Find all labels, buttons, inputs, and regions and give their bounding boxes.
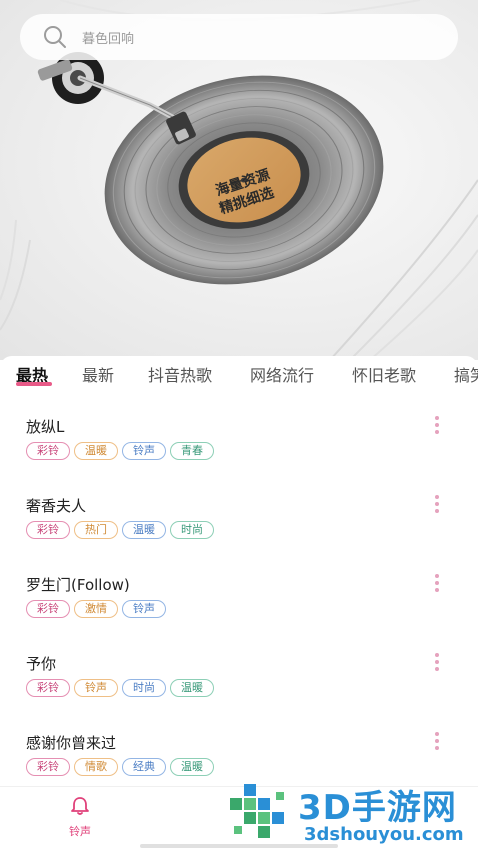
more-vertical-icon[interactable]	[432, 653, 442, 675]
tag: 激情	[74, 600, 118, 618]
tag: 彩铃	[26, 679, 70, 697]
tag: 情歌	[74, 758, 118, 776]
search-input[interactable]: 暮色回响	[82, 28, 134, 47]
search-icon	[44, 26, 66, 48]
tag: 彩铃	[26, 600, 70, 618]
hero-banner: 海量资源 精挑细选 暮色回响	[0, 0, 478, 360]
search-bar[interactable]: 暮色回响	[20, 14, 458, 60]
tag-group: 彩铃 铃声 时尚 温暖	[26, 679, 218, 697]
tag: 经典	[122, 758, 166, 776]
more-vertical-icon[interactable]	[432, 495, 442, 517]
tab-funny[interactable]: 搞笑	[454, 362, 478, 386]
category-tabs: 最热 最新 抖音热歌 网络流行 怀旧老歌 搞笑	[0, 356, 478, 392]
tag: 铃声	[74, 679, 118, 697]
tag: 彩铃	[26, 521, 70, 539]
bell-icon	[71, 797, 89, 815]
nav-item-ringtone[interactable]: 铃声	[52, 795, 108, 839]
tag: 温暖	[74, 442, 118, 460]
list-item[interactable]: 予你 彩铃 铃声 时尚 温暖	[0, 637, 478, 715]
song-title: 奢香夫人	[26, 497, 87, 515]
watermark-url: 3dshouyou.com	[304, 824, 464, 845]
song-title: 放纵L	[26, 418, 65, 436]
tab-nostalgic[interactable]: 怀旧老歌	[352, 362, 416, 386]
tag: 温暖	[170, 758, 214, 776]
tag: 热门	[74, 521, 118, 539]
tab-douyin-hits[interactable]: 抖音热歌	[148, 362, 212, 386]
watermark-title: 3D手游网	[298, 788, 457, 828]
tag: 时尚	[170, 521, 214, 539]
tag: 温暖	[170, 679, 214, 697]
tag-group: 彩铃 激情 铃声	[26, 600, 170, 618]
nav-label-ringtone: 铃声	[69, 825, 91, 838]
list-item[interactable]: 放纵L 彩铃 温暖 铃声 青春	[0, 400, 478, 478]
tag: 彩铃	[26, 442, 70, 460]
tag: 铃声	[122, 442, 166, 460]
tag: 时尚	[122, 679, 166, 697]
watermark-logo-icon	[230, 784, 284, 838]
tab-internet-popular[interactable]: 网络流行	[250, 362, 314, 386]
more-vertical-icon[interactable]	[432, 574, 442, 596]
more-vertical-icon[interactable]	[432, 416, 442, 438]
tag: 彩铃	[26, 758, 70, 776]
site-watermark: 3D手游网 3dshouyou.com	[220, 772, 478, 850]
tag: 温暖	[122, 521, 166, 539]
song-title: 感谢你曾来过	[26, 734, 117, 752]
tag-group: 彩铃 热门 温暖 时尚	[26, 521, 218, 539]
song-title: 予你	[26, 655, 57, 673]
song-title: 罗生门(Follow)	[26, 576, 130, 594]
tag-group: 彩铃 情歌 经典 温暖	[26, 758, 218, 776]
list-item[interactable]: 奢香夫人 彩铃 热门 温暖 时尚	[0, 479, 478, 557]
tag: 铃声	[122, 600, 166, 618]
more-vertical-icon[interactable]	[432, 732, 442, 754]
tab-newest[interactable]: 最新	[82, 362, 114, 386]
tag-group: 彩铃 温暖 铃声 青春	[26, 442, 218, 460]
tag: 青春	[170, 442, 214, 460]
list-item[interactable]: 罗生门(Follow) 彩铃 激情 铃声	[0, 558, 478, 636]
active-tab-indicator	[16, 382, 52, 386]
